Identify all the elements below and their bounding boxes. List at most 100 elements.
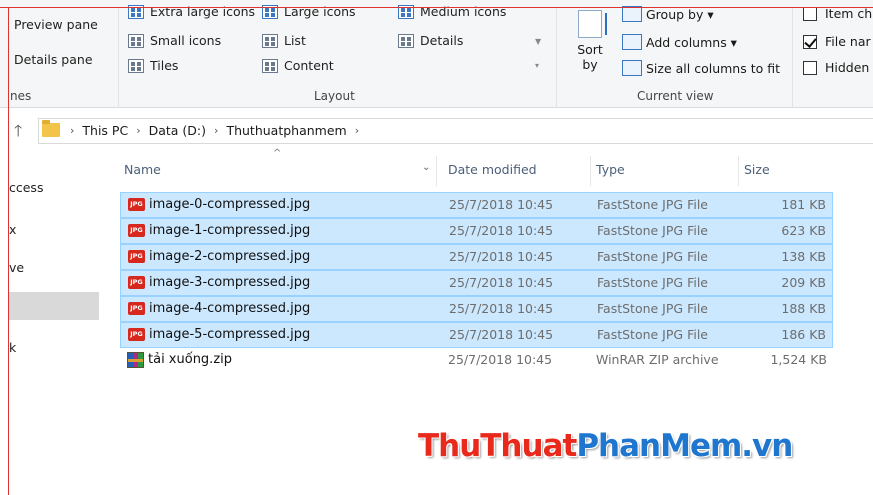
size-columns-icon [622, 60, 642, 76]
jpg-icon: JPG [128, 198, 145, 211]
file-row[interactable]: JPG image-1-compressed.jpg 25/7/2018 10:45… [120, 218, 833, 244]
ribbon-separator [792, 8, 793, 108]
size-all-columns-button[interactable]: Size all columns to fit [622, 60, 780, 76]
ribbon: Preview pane Details pane nes Extra larg… [0, 0, 873, 108]
content-icon [262, 58, 278, 73]
ribbon-separator [556, 8, 557, 108]
column-header-date-modified[interactable]: Date modified [442, 154, 590, 186]
preview-pane-button[interactable]: Preview pane [14, 17, 98, 32]
group-by-button[interactable]: Group by ▾ [622, 6, 714, 22]
add-columns-label: Add columns ▾ [646, 34, 737, 50]
file-row[interactable]: tải xuống.zip 25/7/2018 10:45 WinRAR ZIP a… [120, 348, 833, 374]
hidden-items-checkbox[interactable] [803, 60, 817, 75]
folder-icon [42, 120, 60, 137]
file-name: image-5-compressed.jpg [149, 327, 311, 342]
file-row[interactable]: JPG image-5-compressed.jpg 25/7/2018 10:45… [120, 322, 833, 348]
nav-item-selected[interactable] [9, 292, 99, 320]
file-type: FastStone JPG File [597, 249, 708, 264]
details-option[interactable]: Details [398, 33, 463, 48]
tiles-icon [128, 58, 144, 73]
file-date-modified: 25/7/2018 10:45 [449, 223, 554, 238]
chevron-right-icon[interactable]: › [355, 124, 359, 137]
file-date-modified: 25/7/2018 10:45 [448, 352, 553, 367]
chevron-right-icon[interactable]: › [70, 124, 74, 137]
content-label: Content [284, 58, 334, 73]
chevron-right-icon[interactable]: › [214, 124, 218, 137]
jpg-icon: JPG [128, 224, 145, 237]
file-type: FastStone JPG File [597, 223, 708, 238]
file-date-modified: 25/7/2018 10:45 [449, 197, 554, 212]
column-header-size[interactable]: Size [738, 154, 833, 186]
file-name-extensions-option[interactable]: File nar [803, 34, 871, 49]
up-arrow-icon[interactable]: 🡑 [14, 120, 22, 147]
item-check-boxes-label: Item ch [825, 6, 873, 21]
layout-group-label: Layout [314, 89, 355, 103]
file-size: 188 KB [781, 301, 826, 316]
add-columns-button[interactable]: Add columns ▾ [622, 34, 737, 50]
chevron-right-icon[interactable]: › [136, 124, 140, 137]
file-size: 209 KB [781, 275, 826, 290]
file-row[interactable]: JPG image-0-compressed.jpg 25/7/2018 10:45… [120, 192, 833, 218]
jpg-icon: JPG [128, 328, 145, 341]
breadcrumb: › This PC › Data (D:) › Thuthuatphanmem … [70, 123, 359, 138]
layout-gallery-scroll[interactable]: ▼ ▾ [533, 12, 547, 78]
column-header-type[interactable]: Type [590, 154, 738, 186]
breadcrumb-thuthuatphanmem[interactable]: Thuthuatphanmem [226, 123, 346, 138]
breadcrumb-this-pc[interactable]: This PC [82, 123, 128, 138]
small-icons-option[interactable]: Small icons [128, 33, 221, 48]
nav-item-3[interactable]: ve [9, 260, 24, 275]
details-pane-button[interactable]: Details pane [14, 52, 93, 67]
list-option[interactable]: List [262, 33, 306, 48]
file-name: image-3-compressed.jpg [149, 275, 311, 290]
file-size: 181 KB [781, 197, 826, 212]
details-label: Details [420, 33, 464, 48]
tiles-option[interactable]: Tiles [128, 58, 178, 73]
column-header-name[interactable]: Name [118, 154, 436, 186]
column-divider[interactable] [436, 156, 437, 186]
expand-gallery-icon[interactable]: ▾ [535, 62, 539, 70]
details-icon [398, 33, 414, 48]
file-name: image-0-compressed.jpg [149, 197, 311, 212]
panes-group-label: nes [10, 89, 32, 103]
address-bar-row: 🡑 › This PC › Data (D:) › Thuthuatphanme… [0, 118, 873, 144]
file-name-extensions-label: File nar [825, 34, 871, 49]
list-label: List [284, 33, 306, 48]
scroll-down-icon[interactable]: ▼ [535, 38, 541, 46]
file-size: 138 KB [781, 249, 826, 264]
file-row[interactable]: JPG image-2-compressed.jpg 25/7/2018 10:45… [120, 244, 833, 270]
column-headers: ^ Name ⌄ Date modified Type Size [118, 148, 833, 186]
file-row[interactable]: JPG image-3-compressed.jpg 25/7/2018 10:45… [120, 270, 833, 296]
group-by-label: Group by ▾ [646, 6, 714, 22]
add-columns-icon [622, 34, 642, 50]
chevron-down-icon[interactable]: ⌄ [422, 162, 430, 173]
item-check-boxes-checkbox[interactable] [803, 6, 817, 21]
highlight-border-top [0, 7, 873, 8]
list-icon [262, 33, 278, 48]
tiles-label: Tiles [150, 58, 179, 73]
ribbon-separator [118, 8, 119, 108]
nav-item-2[interactable]: x [9, 222, 16, 237]
item-check-boxes-option[interactable]: Item ch [803, 6, 872, 21]
sort-icon [578, 10, 607, 38]
watermark-part-1: ThuThuat [418, 428, 577, 464]
navigation-pane: ccess x ve k [9, 150, 99, 495]
sort-by-button[interactable]: Sort by [572, 10, 608, 86]
file-row[interactable]: JPG image-4-compressed.jpg 25/7/2018 10:45… [120, 296, 833, 322]
current-view-group-label: Current view [637, 89, 714, 103]
small-icons-icon [128, 33, 144, 48]
content-option[interactable]: Content [262, 58, 334, 73]
file-name: image-4-compressed.jpg [149, 301, 311, 316]
breadcrumb-data-drive[interactable]: Data (D:) [149, 123, 206, 138]
nav-item-quick-access[interactable]: ccess [9, 180, 43, 195]
file-size: 186 KB [781, 327, 826, 342]
file-name-extensions-checkbox[interactable] [803, 34, 817, 49]
file-date-modified: 25/7/2018 10:45 [449, 275, 554, 290]
file-type: FastStone JPG File [597, 275, 708, 290]
hidden-items-option[interactable]: Hidden [803, 60, 869, 75]
hidden-items-label: Hidden [825, 60, 870, 75]
file-type: FastStone JPG File [597, 327, 708, 342]
watermark-logo: ThuThuatPhanMem.vn [418, 428, 793, 464]
nav-item-4[interactable]: k [9, 340, 16, 355]
file-date-modified: 25/7/2018 10:45 [449, 249, 554, 264]
file-name: image-2-compressed.jpg [149, 249, 311, 264]
